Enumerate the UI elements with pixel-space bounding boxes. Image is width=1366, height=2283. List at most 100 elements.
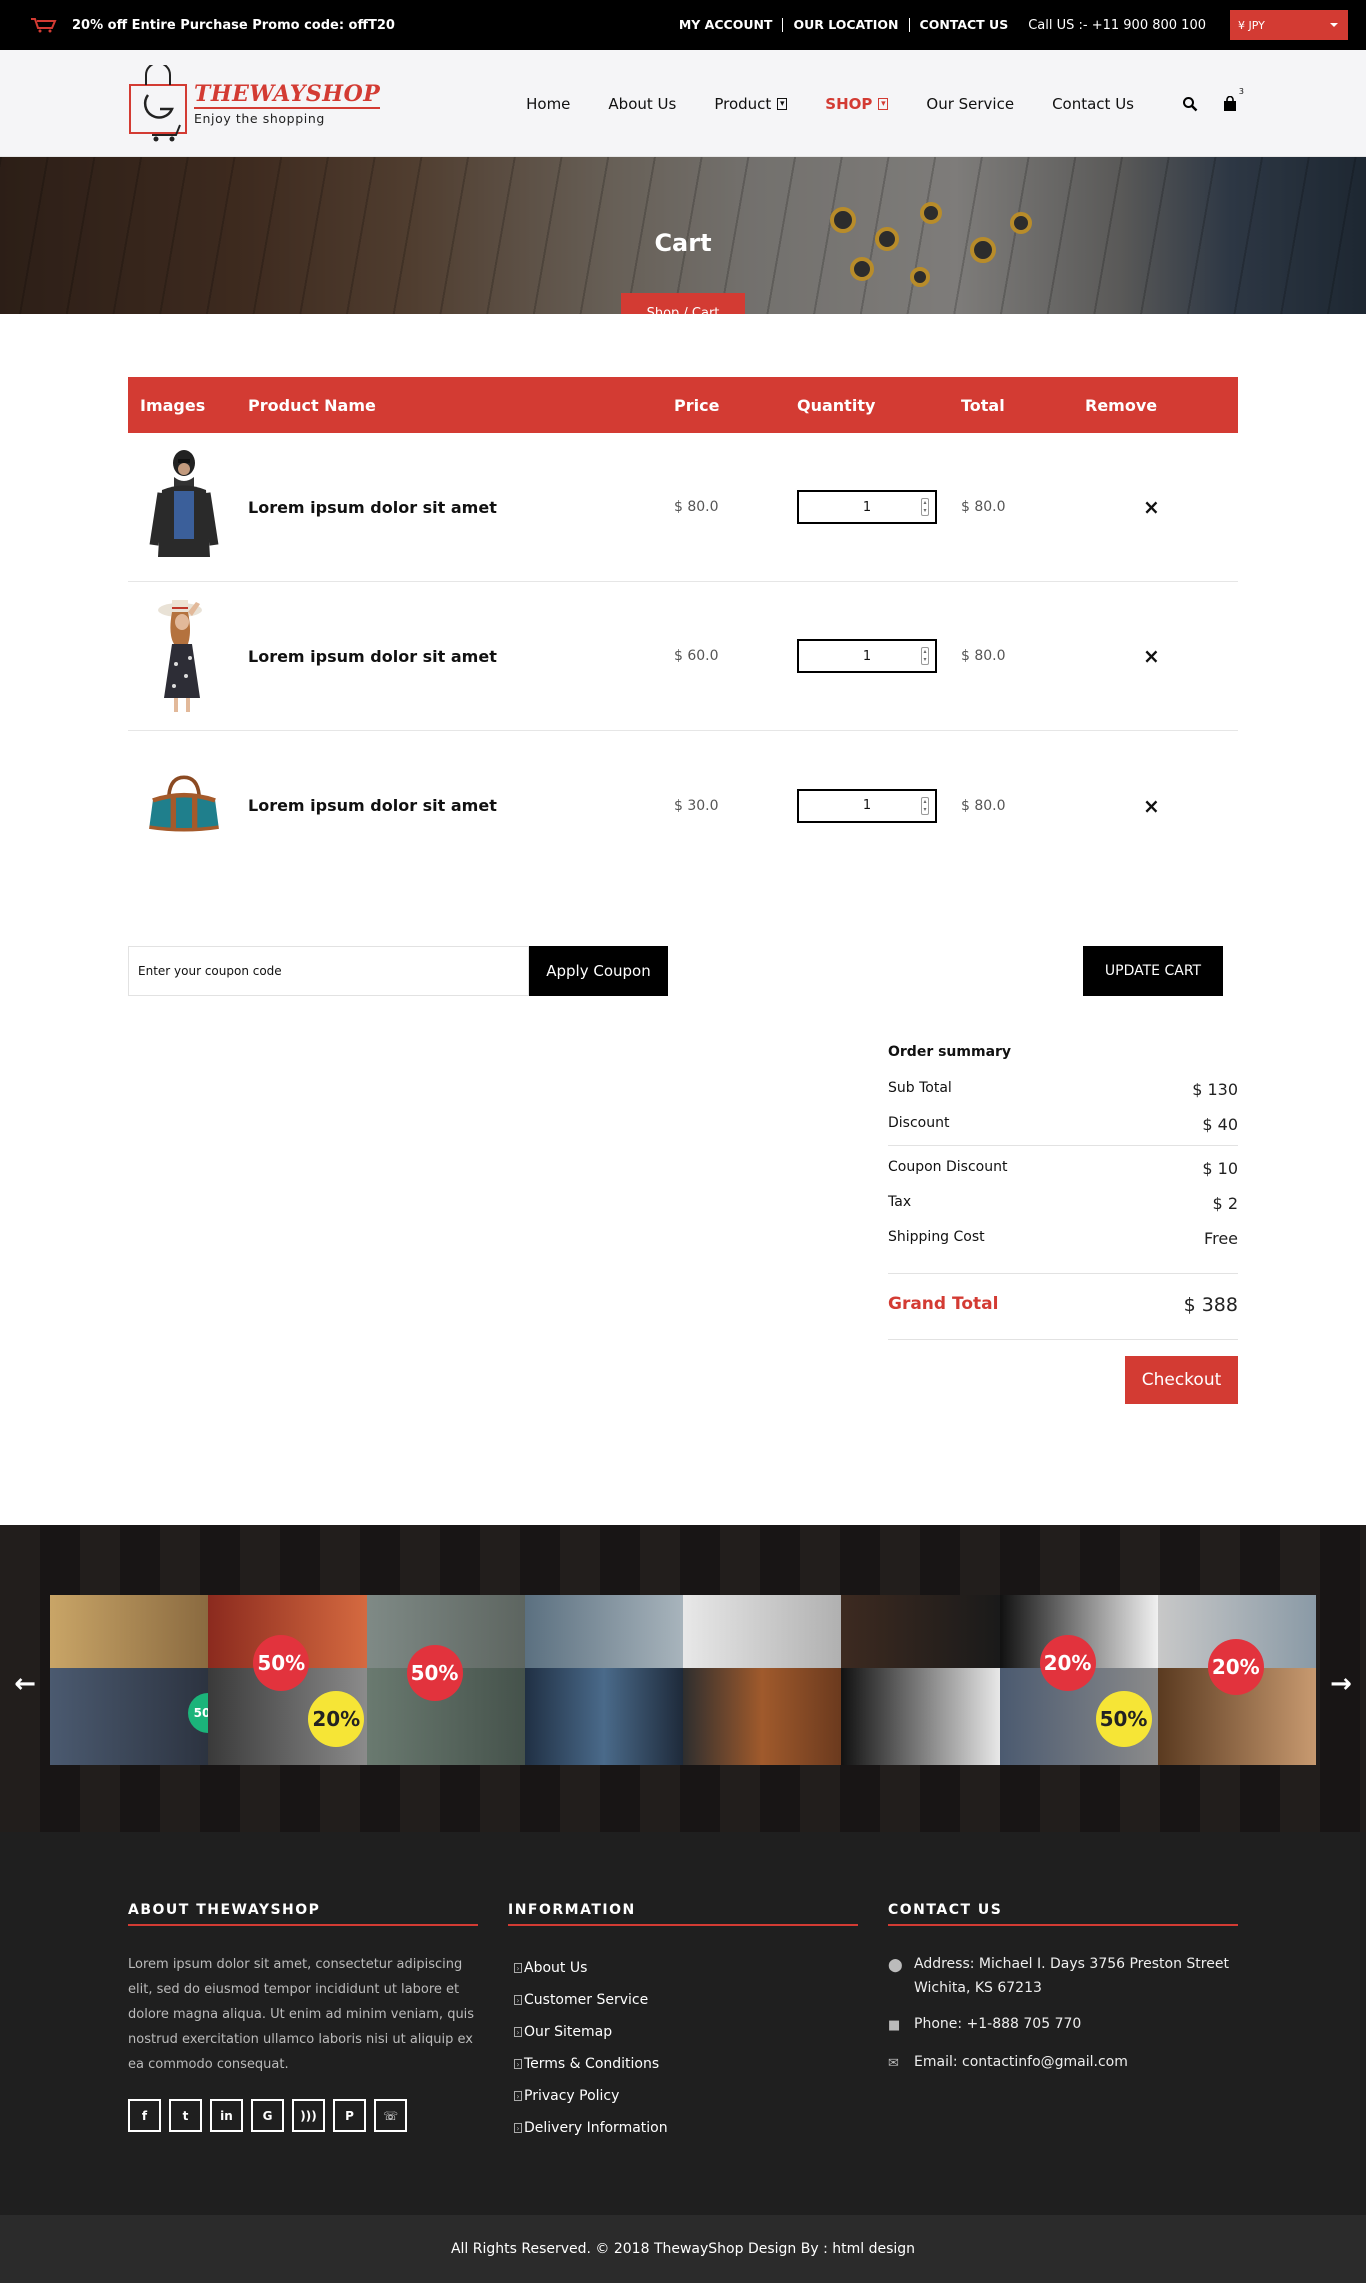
gallery-tile[interactable]: 50% <box>50 1595 209 1765</box>
footer-link-privacy[interactable]: › Privacy Policy <box>514 2080 858 2112</box>
grand-total-row: Grand Total $ 388 <box>888 1273 1238 1340</box>
nav-our-service[interactable]: Our Service <box>926 95 1014 113</box>
quantity-stepper[interactable]: 1 ▴ ▾ <box>797 639 937 673</box>
footer-about-text: Lorem ipsum dolor sit amet, consectetur … <box>128 1957 475 2072</box>
grand-total-label: Grand Total <box>888 1294 999 1314</box>
site-header: THEWAYSHOP Enjoy the shopping Home About… <box>0 50 1366 157</box>
product-name-link[interactable]: Lorem ipsum dolor sit amet <box>248 647 674 666</box>
spinner-arrows-icon[interactable]: ▴ ▾ <box>921 796 929 815</box>
linkedin-icon[interactable]: in <box>210 2099 243 2132</box>
discount-badge: 20% <box>1207 1639 1264 1695</box>
summary-label: Discount <box>888 1115 950 1131</box>
footer-about-title: ABOUT THEWAYSHOP <box>128 1902 478 1926</box>
our-location-link[interactable]: OUR LOCATION <box>783 18 910 32</box>
summary-row-tax: Tax $ 2 <box>888 1194 1238 1229</box>
currency-select[interactable]: ¥ JPY <box>1230 10 1348 40</box>
nav-product[interactable]: Product ▾ <box>714 95 788 113</box>
product-name-link[interactable]: Lorem ipsum dolor sit amet <box>248 796 674 815</box>
order-summary: Order summary Sub Total $ 130 Discount $… <box>888 1044 1238 1404</box>
search-icon[interactable] <box>1182 96 1198 112</box>
quantity-stepper[interactable]: 1 ▴ ▾ <box>797 490 937 524</box>
chevron-right-icon: › <box>514 2091 522 2101</box>
product-image-woman-hat[interactable] <box>144 594 224 714</box>
discount-badge: 20% <box>308 1691 365 1747</box>
my-account-link[interactable]: MY ACCOUNT <box>669 18 784 32</box>
product-image-man-jacket[interactable] <box>144 445 224 565</box>
logo-name: THEWAYSHOP <box>194 81 381 109</box>
arrow-right-icon[interactable]: → <box>1316 1669 1366 1699</box>
gallery-tile[interactable]: 50% 20% <box>208 1595 367 1765</box>
chevron-right-icon: › <box>514 2123 522 2133</box>
pinterest-icon[interactable]: P <box>333 2099 366 2132</box>
gallery-tile[interactable]: 50% <box>366 1595 525 1765</box>
footer-link-terms[interactable]: › Terms & Conditions <box>514 2048 858 2080</box>
envelope-icon: ✉ <box>888 2056 899 2071</box>
shopping-bag-logo-icon <box>129 64 187 141</box>
footer-link-label: Privacy Policy <box>524 2088 620 2104</box>
coupon-row: Apply Coupon UPDATE CART <box>128 946 1238 996</box>
nav-shop[interactable]: SHOP ▾ <box>825 94 889 113</box>
summary-value: $ 40 <box>1202 1115 1238 1134</box>
nav-contact-us[interactable]: Contact Us <box>1052 95 1134 113</box>
footer-link-about-us[interactable]: › About Us <box>514 1952 858 1984</box>
logo-tagline: Enjoy the shopping <box>194 111 325 126</box>
table-row: Lorem ipsum dolor sit amet $ 30.0 1 ▴ ▾ $… <box>128 731 1238 880</box>
product-price: $ 60.0 <box>674 648 719 664</box>
footer-link-label: Customer Service <box>524 1992 649 2008</box>
product-name-link[interactable]: Lorem ipsum dolor sit amet <box>248 498 674 517</box>
contact-address-text: Address: Michael I. Days 3756 Preston St… <box>914 1956 1229 1996</box>
footer-contact-title: CONTACT US <box>888 1902 1238 1926</box>
spinner-arrows-icon[interactable]: ▴ ▾ <box>921 647 929 665</box>
summary-value: $ 130 <box>1192 1080 1238 1099</box>
contact-phone[interactable]: ■ Phone: +1-888 705 770 <box>888 2012 1238 2038</box>
remove-item-button[interactable]: × <box>1085 644 1160 668</box>
remove-item-button[interactable]: × <box>1085 794 1160 818</box>
twitter-icon[interactable]: t <box>169 2099 202 2132</box>
footer-link-delivery[interactable]: › Delivery Information <box>514 2112 858 2144</box>
footer-info-links: › About Us › Customer Service › Our Sitemap… <box>508 1952 858 2144</box>
cart-button[interactable]: 3 <box>1222 87 1244 112</box>
footer-contact: CONTACT US ⬤ Address: Michael I. Days 375… <box>888 1902 1238 2144</box>
product-image-handbag[interactable] <box>144 744 224 864</box>
footer-info-title: INFORMATION <box>508 1902 858 1926</box>
gallery-tile[interactable]: 20% 50% <box>999 1595 1158 1765</box>
nav-home[interactable]: Home <box>526 95 570 113</box>
checkout-button[interactable]: Checkout <box>1125 1356 1238 1404</box>
contact-email[interactable]: ✉ Email: contactinfo@gmail.com <box>888 2050 1238 2076</box>
promo-text: 20% off Entire Purchase Promo code: offT… <box>72 17 395 33</box>
apply-coupon-button[interactable]: Apply Coupon <box>529 946 668 996</box>
nav-about-us[interactable]: About Us <box>608 95 676 113</box>
update-cart-button[interactable]: UPDATE CART <box>1083 946 1223 996</box>
arrow-left-icon[interactable]: ← <box>0 1669 50 1699</box>
promo-banner: 20% off Entire Purchase Promo code: offT… <box>30 17 395 33</box>
remove-item-button[interactable]: × <box>1085 495 1160 519</box>
contact-address: ⬤ Address: Michael I. Days 3756 Preston S… <box>888 1952 1238 2000</box>
site-logo[interactable]: THEWAYSHOP Enjoy the shopping <box>128 64 381 143</box>
contact-us-link[interactable]: CONTACT US <box>910 18 1019 32</box>
footer-link-sitemap[interactable]: › Our Sitemap <box>514 2016 858 2048</box>
facebook-icon[interactable]: f <box>128 2099 161 2132</box>
footer-link-customer-service[interactable]: › Customer Service <box>514 1984 858 2016</box>
chevron-right-icon: › <box>514 2059 522 2069</box>
quantity-stepper[interactable]: 1 ▴ ▾ <box>797 788 937 823</box>
rss-icon[interactable]: ))) <box>292 2099 325 2132</box>
discount-badge: 50% <box>253 1635 310 1691</box>
discount-badge: 20% <box>1039 1635 1096 1691</box>
quantity-value: 1 <box>862 499 872 515</box>
whatsapp-icon[interactable]: ☏ <box>374 2099 407 2132</box>
coupon-code-input[interactable] <box>128 946 529 996</box>
spinner-arrows-icon[interactable]: ▴ ▾ <box>921 498 929 516</box>
google-plus-icon[interactable]: G <box>251 2099 284 2132</box>
gallery-tile[interactable]: 20% <box>1157 1595 1316 1765</box>
nav-shop-label: SHOP <box>825 94 873 113</box>
gallery-tile[interactable] <box>524 1595 683 1765</box>
footer-about: ABOUT THEWAYSHOP Lorem ipsum dolor sit a… <box>128 1902 478 2144</box>
breadcrumb[interactable]: Shop / Cart <box>621 293 745 314</box>
footer-link-label: About Us <box>524 1960 588 1976</box>
footer-link-label: Terms & Conditions <box>524 2056 660 2072</box>
gallery-tile[interactable] <box>841 1595 1000 1765</box>
summary-row-sub-total: Sub Total $ 130 <box>888 1080 1238 1115</box>
summary-value: $ 2 <box>1212 1194 1238 1213</box>
gallery-tile[interactable] <box>683 1595 842 1765</box>
summary-divider <box>888 1145 1238 1146</box>
